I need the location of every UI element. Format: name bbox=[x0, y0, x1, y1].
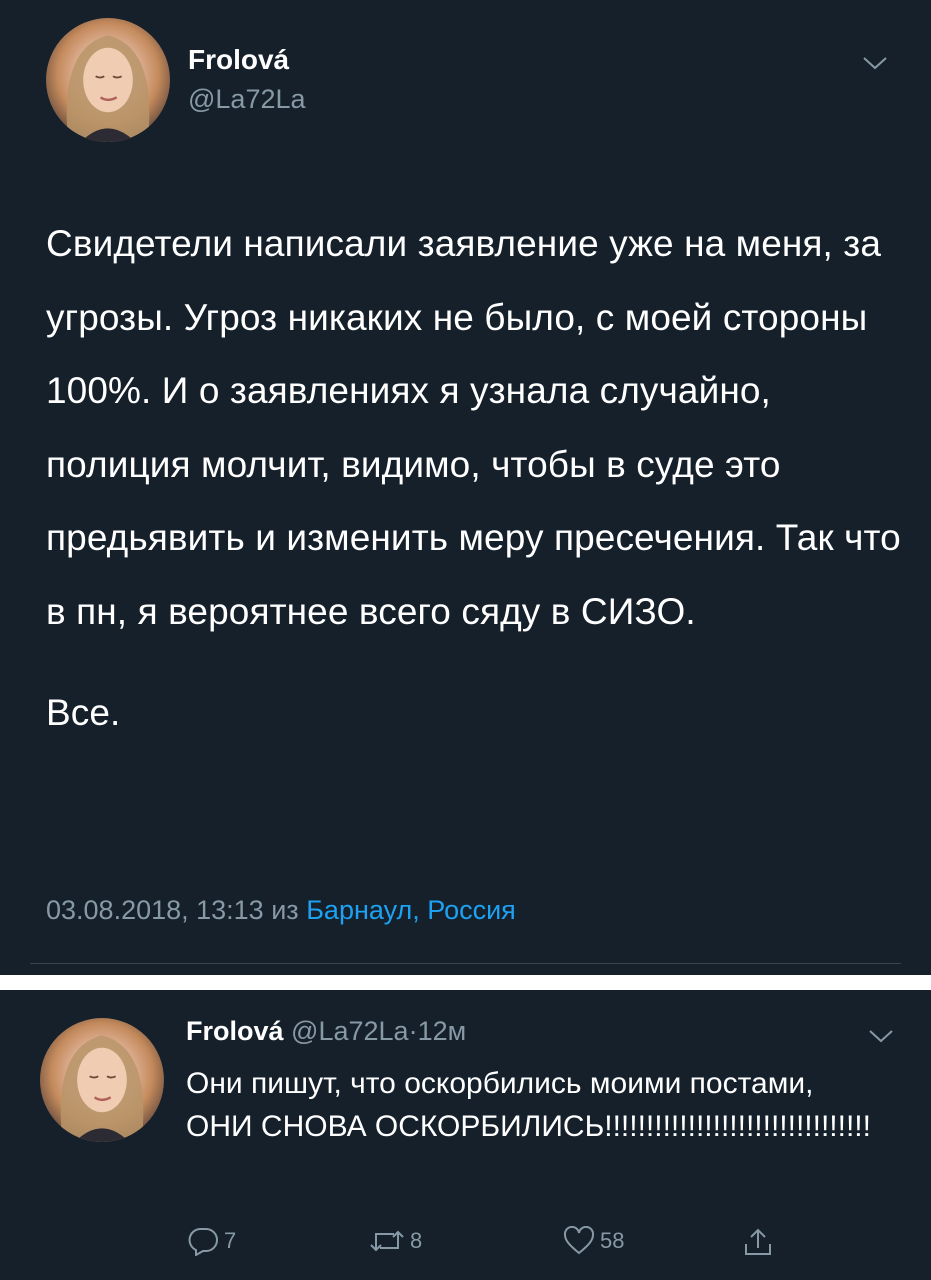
tweet-meta: 03.08.2018, 13:13 из Барнаул, Россия bbox=[46, 895, 516, 926]
profile-photo-icon bbox=[66, 35, 150, 142]
retweet-icon bbox=[370, 1230, 404, 1252]
reply-icon bbox=[188, 1228, 218, 1256]
location-link[interactable]: Барнаул, Россия bbox=[306, 895, 516, 925]
retweet-count: 8 bbox=[410, 1228, 423, 1253]
author-handle[interactable]: @La72La bbox=[291, 1016, 409, 1046]
main-tweet: Frolová @La72La Свидетели написали заявл… bbox=[0, 0, 931, 975]
author-name[interactable]: Frolová bbox=[188, 44, 289, 76]
reply-button[interactable]: 7 bbox=[186, 1226, 236, 1256]
tweet-age[interactable]: 12м bbox=[418, 1016, 467, 1046]
reply-header: Frolová @La72La·12м bbox=[186, 1016, 466, 1047]
like-count: 58 bbox=[600, 1228, 625, 1253]
reply-text: Они пишут, что оскорбились моими постами… bbox=[186, 1067, 871, 1143]
avatar[interactable] bbox=[40, 1018, 164, 1142]
timestamp[interactable]: 03.08.2018, 13:13 bbox=[46, 895, 264, 925]
like-button[interactable]: 58 bbox=[562, 1226, 624, 1256]
author-handle[interactable]: @La72La bbox=[188, 84, 306, 115]
tweet-paragraph: Свидетели написали заявление уже на меня… bbox=[46, 223, 901, 632]
divider bbox=[30, 963, 901, 964]
chevron-down-icon[interactable] bbox=[862, 55, 888, 76]
heart-icon bbox=[563, 1226, 595, 1255]
share-icon bbox=[745, 1228, 771, 1255]
tweet-paragraph: Все. bbox=[46, 692, 121, 733]
reply-count: 7 bbox=[224, 1228, 237, 1253]
share-button[interactable] bbox=[742, 1226, 774, 1258]
avatar[interactable] bbox=[46, 18, 170, 142]
retweet-button[interactable]: 8 bbox=[368, 1226, 422, 1256]
tweet-text: Свидетели написали заявление уже на меня… bbox=[46, 207, 906, 750]
separator: · bbox=[408, 1016, 418, 1046]
author-name[interactable]: Frolová bbox=[186, 1016, 284, 1046]
profile-photo-icon bbox=[60, 1035, 144, 1142]
from-label: из bbox=[271, 895, 299, 925]
chevron-down-icon[interactable] bbox=[868, 1028, 894, 1049]
